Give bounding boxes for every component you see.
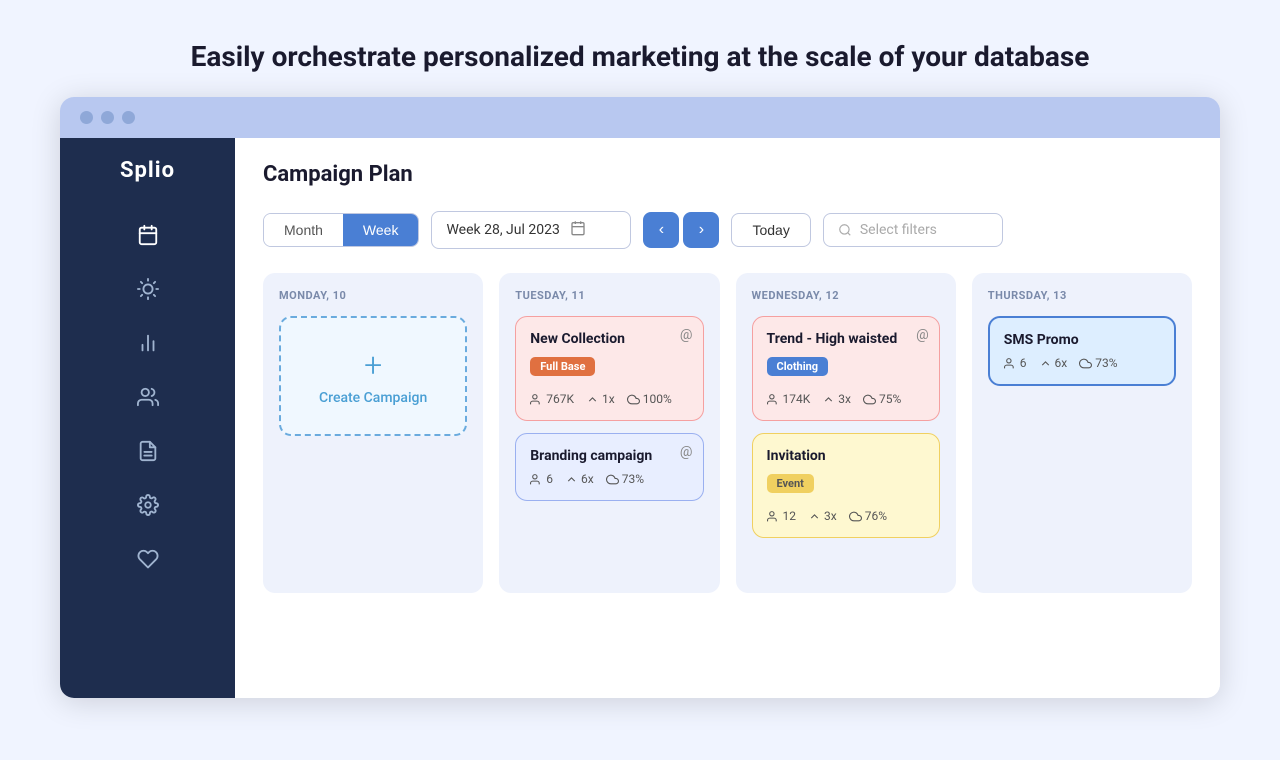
campaign-stats: 6 6x 73% xyxy=(1004,356,1160,370)
day-column-thursday: THURSDAY, 13 SMS Promo 6 6x xyxy=(972,273,1192,593)
stat-audience: 767K xyxy=(530,392,574,406)
hero-title: Easily orchestrate personalized marketin… xyxy=(151,40,1130,73)
campaign-stats: 174K 3x 75% xyxy=(767,392,925,406)
view-week-button[interactable]: Week xyxy=(343,214,419,246)
campaign-title: Invitation xyxy=(767,448,925,464)
campaign-title: SMS Promo xyxy=(1004,332,1160,348)
sidebar-item-settings[interactable] xyxy=(126,483,170,527)
page-title: Campaign Plan xyxy=(263,162,1192,187)
app-body: Splio xyxy=(60,138,1220,698)
stat-frequency: 6x xyxy=(565,472,594,486)
campaign-stats: 767K 1x 100% xyxy=(530,392,688,406)
browser-dot-1 xyxy=(80,111,93,124)
stat-delivery: 73% xyxy=(1079,356,1117,370)
date-value: Week 28, Jul 2023 xyxy=(446,222,559,238)
day-column-monday: MONDAY, 10 + Create Campaign xyxy=(263,273,483,593)
campaign-stats: 12 3x 76% xyxy=(767,509,925,523)
browser-dot-3 xyxy=(122,111,135,124)
campaign-stats: 6 6x 73% xyxy=(530,472,688,486)
create-campaign-label: Create Campaign xyxy=(319,390,427,406)
day-column-wednesday: WEDNESDAY, 12 @ Trend - High waisted Clo… xyxy=(736,273,956,593)
at-icon: @ xyxy=(916,327,929,343)
campaign-card-sms-promo[interactable]: SMS Promo 6 6x xyxy=(988,316,1176,386)
stat-frequency: 1x xyxy=(586,392,615,406)
filter-dropdown[interactable]: Select filters xyxy=(823,213,1003,247)
date-picker[interactable]: Week 28, Jul 2023 xyxy=(431,211,631,249)
calendar-icon xyxy=(570,220,586,240)
campaign-title: Trend - High waisted xyxy=(767,331,925,347)
sidebar-item-ideas[interactable] xyxy=(126,267,170,311)
stat-audience: 6 xyxy=(530,472,553,486)
stat-delivery: 76% xyxy=(849,509,887,523)
campaign-tag: Event xyxy=(767,474,814,493)
view-month-button[interactable]: Month xyxy=(264,214,343,246)
campaign-card-branding[interactable]: @ Branding campaign 6 6x xyxy=(515,433,703,501)
create-campaign-card[interactable]: + Create Campaign xyxy=(279,316,467,436)
at-icon: @ xyxy=(680,444,693,460)
browser-window: Splio xyxy=(60,97,1220,698)
next-arrow-button[interactable]: › xyxy=(683,212,719,248)
day-header-tuesday: TUESDAY, 11 xyxy=(515,289,703,302)
day-header-monday: MONDAY, 10 xyxy=(279,289,467,302)
nav-arrows: ‹ › xyxy=(643,212,719,248)
at-icon: @ xyxy=(680,327,693,343)
day-header-wednesday: WEDNESDAY, 12 xyxy=(752,289,940,302)
sidebar-item-documents[interactable] xyxy=(126,429,170,473)
campaign-title: Branding campaign xyxy=(530,448,688,464)
campaign-tag: Full Base xyxy=(530,357,595,376)
stat-delivery: 73% xyxy=(606,472,644,486)
stat-delivery: 75% xyxy=(863,392,901,406)
page-wrapper: Easily orchestrate personalized marketin… xyxy=(20,20,1260,740)
main-content: Campaign Plan Month Week Week 28, Jul 20… xyxy=(235,138,1220,698)
stat-frequency: 6x xyxy=(1039,356,1068,370)
sidebar-item-analytics[interactable] xyxy=(126,321,170,365)
today-button[interactable]: Today xyxy=(731,213,810,247)
day-column-tuesday: TUESDAY, 11 @ New Collection Full Base 7… xyxy=(499,273,719,593)
campaign-card-trend[interactable]: @ Trend - High waisted Clothing 174K xyxy=(752,316,940,421)
plus-icon: + xyxy=(364,346,382,384)
sidebar-logo: Splio xyxy=(120,158,175,183)
stat-frequency: 3x xyxy=(808,509,837,523)
prev-arrow-button[interactable]: ‹ xyxy=(643,212,679,248)
stat-audience: 12 xyxy=(767,509,797,523)
campaign-card-new-collection[interactable]: @ New Collection Full Base 767K xyxy=(515,316,703,421)
campaign-title: New Collection xyxy=(530,331,688,347)
browser-bar xyxy=(60,97,1220,138)
campaign-card-invitation[interactable]: Invitation Event 12 3x xyxy=(752,433,940,538)
stat-audience: 6 xyxy=(1004,356,1027,370)
browser-dot-2 xyxy=(101,111,114,124)
stat-audience: 174K xyxy=(767,392,811,406)
calendar-grid: MONDAY, 10 + Create Campaign TUESDAY, 11… xyxy=(263,273,1192,593)
sidebar-item-users[interactable] xyxy=(126,375,170,419)
toolbar: Month Week Week 28, Jul 2023 ‹ › xyxy=(263,211,1192,249)
stat-delivery: 100% xyxy=(627,392,672,406)
stat-frequency: 3x xyxy=(822,392,851,406)
sidebar: Splio xyxy=(60,138,235,698)
filter-placeholder: Select filters xyxy=(860,222,937,238)
day-header-thursday: THURSDAY, 13 xyxy=(988,289,1176,302)
sidebar-item-favorites[interactable] xyxy=(126,537,170,581)
view-toggle: Month Week xyxy=(263,213,419,247)
campaign-tag: Clothing xyxy=(767,357,829,376)
sidebar-item-calendar[interactable] xyxy=(126,213,170,257)
